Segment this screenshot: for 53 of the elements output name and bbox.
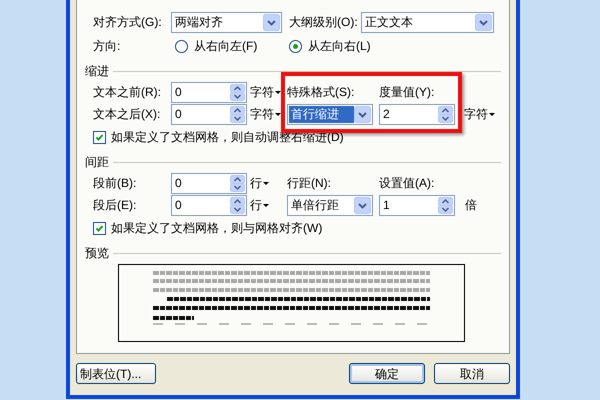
unit-dropdown[interactable]: 行: [250, 174, 269, 192]
checkbox[interactable]: [93, 222, 106, 234]
spin-arrows-icon: [230, 106, 245, 122]
caret-icon: [263, 204, 269, 206]
caret-icon: [263, 182, 269, 184]
unit-dropdown[interactable]: 行: [250, 196, 269, 214]
radio-label: 从左向右(L): [308, 38, 371, 55]
dialog-button[interactable]: 取消: [434, 363, 510, 384]
field-label: 大纲级别(O):: [289, 14, 359, 31]
check-icon: [95, 132, 104, 142]
dropdown[interactable]: 两端对齐: [171, 12, 282, 32]
dropdown[interactable]: 正文文本: [361, 12, 494, 32]
field-label: 文本之前(R):: [93, 84, 162, 101]
section-title: 间距: [85, 154, 110, 170]
spin-field[interactable]: 0: [171, 82, 247, 102]
field-label: 行距(N):: [287, 175, 332, 192]
unit-dropdown[interactable]: 字符: [250, 105, 281, 123]
radio-label: 从右向左(F): [194, 38, 258, 55]
field-label: 方向:: [93, 38, 122, 55]
unit-label: 倍: [465, 198, 477, 212]
spin-arrows-icon: [230, 84, 245, 100]
field-label: 特殊格式(S):: [287, 84, 356, 101]
spin-field[interactable]: 0: [171, 104, 247, 124]
spin-field[interactable]: 0: [171, 194, 247, 216]
unit-dropdown[interactable]: 字符: [250, 83, 281, 101]
radio-button[interactable]: [175, 40, 188, 52]
caret-icon: [489, 112, 495, 116]
field-label: 段后(E):: [93, 197, 138, 214]
checkbox[interactable]: [93, 130, 106, 144]
dialog-button[interactable]: 确定: [349, 363, 425, 384]
spin-arrows-icon: [438, 106, 453, 122]
spin-field[interactable]: 1: [379, 194, 455, 216]
spin-arrows-icon: [230, 196, 245, 214]
dropdown[interactable]: 单倍行距: [287, 194, 373, 216]
section-title: 缩进: [85, 62, 110, 80]
dialog-button[interactable]: 制表位(T)...: [76, 363, 156, 384]
field-label: 文本之后(X):: [93, 106, 162, 123]
field-label: 设置值(A):: [379, 175, 436, 192]
spin-field[interactable]: 0: [171, 172, 247, 194]
field-label: 对齐方式(G):: [93, 14, 163, 31]
spin-arrows-icon: [230, 174, 245, 192]
field-label: 段前(B):: [93, 175, 138, 192]
checkbox-label: 如果定义了文档网格，则与网格对齐(W): [111, 220, 322, 237]
field-label: 度量值(Y):: [379, 84, 436, 101]
spin-arrows-icon: [438, 196, 453, 214]
radio-button[interactable]: [289, 40, 302, 52]
check-icon: [95, 224, 104, 232]
caret-icon: [275, 90, 281, 94]
caret-icon: [275, 112, 281, 116]
section-title: 预览: [85, 244, 110, 262]
spin-field[interactable]: 2: [379, 104, 455, 124]
dropdown[interactable]: 首行缩进: [287, 104, 373, 124]
unit-dropdown[interactable]: 字符: [464, 105, 495, 123]
